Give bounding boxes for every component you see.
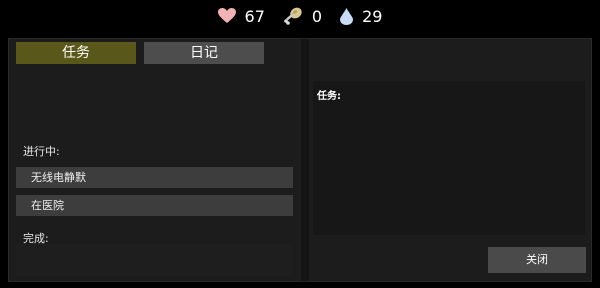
close-button[interactable]: 关闭 (488, 247, 586, 273)
completed-quest-list (16, 244, 293, 276)
stats-bar: 67 0 29 (0, 0, 600, 32)
journal-panel: 任务 日记 进行中: 无线电静默 在医院 完成: 任务: 关闭 (8, 38, 592, 282)
in-progress-label: 进行中: (23, 145, 60, 158)
game-screen: 67 0 29 任务 日记 进行中: 无线电静默 在医院 完成: 任务: 关闭 (0, 0, 600, 288)
tab-quests[interactable]: 任务 (16, 42, 136, 64)
quest-item-radio-silence[interactable]: 无线电静默 (16, 167, 293, 188)
food-stat: 0 (283, 7, 322, 26)
panel-divider (301, 39, 309, 281)
health-value: 67 (244, 6, 265, 26)
drumstick-icon (283, 7, 303, 25)
health-stat: 67 (217, 6, 265, 26)
quest-detail-label: 任务: (317, 91, 341, 102)
tab-diary[interactable]: 日记 (144, 42, 264, 64)
water-drop-icon (340, 7, 354, 25)
quest-detail-column: 任务: 关闭 (309, 39, 591, 281)
food-value: 0 (311, 6, 323, 26)
quest-detail-box (313, 81, 585, 235)
quest-list-column: 任务 日记 进行中: 无线电静默 在医院 完成: (9, 39, 301, 281)
water-value: 29 (362, 6, 383, 26)
heart-icon (217, 8, 236, 24)
quest-item-in-hospital[interactable]: 在医院 (16, 195, 293, 216)
water-stat: 29 (340, 7, 382, 26)
